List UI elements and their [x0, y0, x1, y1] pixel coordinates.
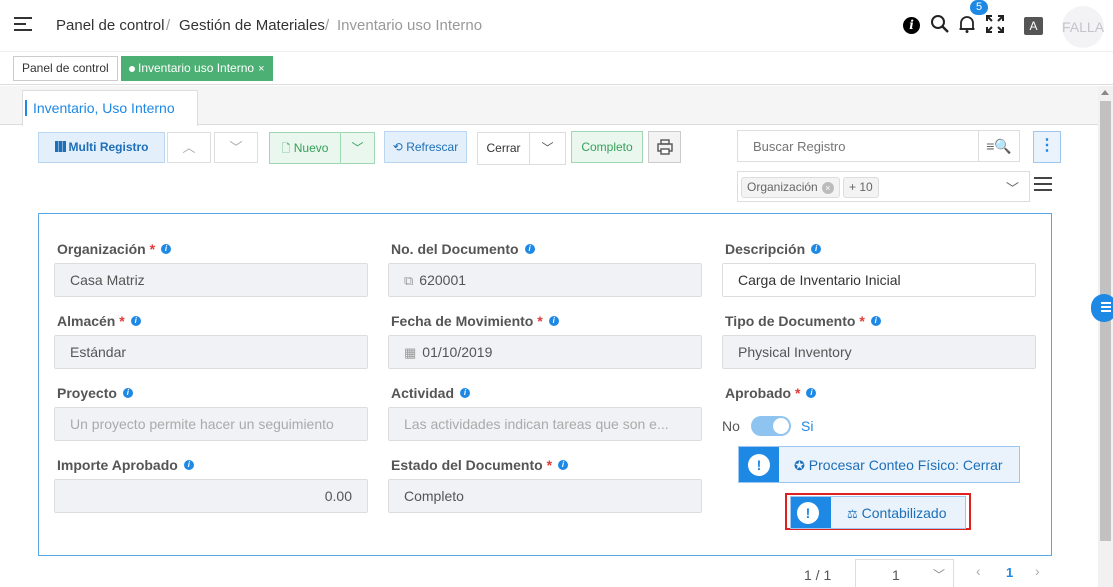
next-record-button[interactable]: ﹀	[214, 132, 258, 163]
chevron-down-icon: ﹀	[932, 568, 945, 582]
descripcion-field[interactable]: Carga de Inventario Inicial	[722, 263, 1036, 297]
menu-icon[interactable]	[14, 17, 32, 33]
aprobado-no-label: No	[722, 418, 740, 434]
actividad-field[interactable]: Las actividades indican tareas que son e…	[388, 407, 702, 441]
side-panel-toggle-icon[interactable]	[1091, 294, 1113, 322]
almacen-label: Almacén * i	[57, 313, 141, 329]
almacen-field[interactable]: Estándar	[54, 335, 368, 369]
info-icon[interactable]: i	[903, 17, 920, 34]
process-icon: ✪	[794, 458, 805, 473]
bell-icon[interactable]	[956, 14, 978, 36]
fecha-movimiento-label: Fecha de Movimiento * i	[391, 313, 559, 329]
filter-chip-organizacion[interactable]: Organización ×	[741, 177, 840, 198]
document-icon: 🗋	[281, 143, 291, 155]
search-icon[interactable]	[929, 14, 951, 36]
alert-icon: !	[748, 454, 770, 476]
breadcrumb-gestion[interactable]: Gestión de Materiales	[179, 17, 325, 34]
calendar-icon: ▦	[404, 345, 417, 360]
no-documento-field[interactable]: ⧉ 620001	[388, 263, 702, 297]
breadcrumb-separator: /	[166, 17, 171, 34]
active-dot-icon	[129, 65, 135, 72]
tab-label: Inventario uso Interno	[138, 61, 255, 75]
notification-badge: 5	[970, 0, 988, 15]
nuevo-dropdown-button[interactable]: ﹀	[340, 132, 375, 164]
doc-action-select[interactable]: Cerrar	[477, 132, 530, 165]
filter-chip-more[interactable]: + 10	[843, 177, 879, 198]
estado-documento-label: Estado del Documento * i	[391, 457, 569, 473]
breadcrumb-separator: /	[325, 17, 330, 34]
info-icon: i	[870, 316, 881, 326]
organizacion-label: Organización * i	[57, 241, 172, 257]
previous-page-icon[interactable]: ‹	[976, 563, 981, 579]
tab-inventario-uso-interno[interactable]: Inventario uso Interno ×	[121, 56, 273, 81]
alert-icon: !	[797, 502, 819, 524]
procesar-conteo-button[interactable]: ! ✪ Procesar Conteo Físico: Cerrar	[738, 446, 1020, 483]
aprobado-si-label: Si	[801, 418, 814, 434]
info-icon: i	[130, 316, 141, 326]
balance-scale-icon: ⚖	[847, 507, 858, 521]
page-select[interactable]: 1 ﹀	[855, 559, 954, 587]
filter-select[interactable]: Organización × + 10 ﹀	[737, 171, 1030, 202]
previous-record-button[interactable]: ︿	[167, 132, 211, 163]
aprobado-label: Aprobado * i	[725, 385, 817, 401]
no-documento-label: No. del Documento i	[391, 241, 535, 257]
info-icon: i	[161, 244, 172, 254]
info-icon: i	[558, 460, 569, 470]
chip-close-icon: ×	[821, 182, 834, 194]
avatar[interactable]: FALLA	[1062, 6, 1104, 48]
fullscreen-icon[interactable]	[984, 14, 1006, 36]
info-icon: i	[811, 244, 822, 254]
contabilizado-button[interactable]: ! ⚖ Contabilizado	[790, 496, 966, 529]
close-icon[interactable]: ×	[258, 63, 264, 75]
importe-aprobado-field[interactable]: 0.00	[54, 479, 368, 513]
list-icon[interactable]	[1034, 177, 1052, 195]
filter-search-icon: ≡🔍	[986, 138, 1012, 154]
more-options-button[interactable]: ⋮	[1033, 131, 1061, 163]
grid-icon	[54, 141, 66, 152]
info-icon: i	[524, 244, 535, 254]
record-count: 1 / 1	[804, 567, 832, 583]
print-button[interactable]	[648, 131, 681, 163]
completo-button[interactable]: Completo	[571, 131, 643, 163]
info-icon: i	[460, 388, 471, 398]
print-icon	[656, 139, 673, 155]
info-icon: i	[548, 316, 559, 326]
info-icon: i	[806, 388, 817, 398]
breadcrumb-current: Inventario uso Interno	[337, 17, 483, 34]
descripcion-label: Descripción i	[725, 241, 822, 257]
doc-action-dropdown[interactable]: ﹀	[529, 132, 566, 165]
tipo-documento-label: Tipo de Documento * i	[725, 313, 881, 329]
nuevo-button[interactable]: 🗋 Nuevo	[269, 132, 341, 164]
chevron-down-icon: ﹀	[351, 141, 364, 155]
translate-icon[interactable]: A	[1024, 17, 1043, 35]
scrollbar[interactable]	[1098, 86, 1113, 587]
aprobado-toggle[interactable]	[751, 416, 791, 436]
fecha-movimiento-field[interactable]: ▦ 01/10/2019	[388, 335, 702, 369]
refrescar-button[interactable]: ⟲ Refrescar	[384, 131, 467, 163]
tipo-documento-field[interactable]: Physical Inventory	[722, 335, 1036, 369]
advanced-search-button[interactable]: ≡🔍	[978, 130, 1020, 162]
estado-documento-field[interactable]: Completo	[388, 479, 702, 513]
importe-aprobado-label: Importe Aprobado i	[57, 457, 194, 473]
refresh-icon: ⟲	[392, 140, 403, 154]
copy-icon: ⧉	[404, 273, 414, 288]
chevron-down-icon: ﹀	[1005, 181, 1019, 196]
info-icon: i	[122, 388, 133, 398]
multi-registro-button[interactable]: Multi Registro	[38, 132, 165, 163]
search-input[interactable]	[737, 130, 979, 162]
info-icon: i	[183, 460, 194, 470]
next-page-icon[interactable]: ›	[1035, 563, 1040, 579]
tab-panel-de-control[interactable]: Panel de control	[13, 56, 118, 81]
chevron-down-icon: ﹀	[541, 141, 554, 155]
actividad-label: Actividad i	[391, 385, 471, 401]
current-page[interactable]: 1	[1006, 565, 1013, 580]
window-tab-inventario[interactable]: Inventario, Uso Interno	[22, 90, 198, 126]
window-tab-label: Inventario, Uso Interno	[33, 100, 175, 116]
organizacion-field[interactable]: Casa Matriz	[54, 263, 368, 297]
breadcrumb-panel[interactable]: Panel de control	[56, 17, 164, 34]
proyecto-field[interactable]: Un proyecto permite hacer un seguimiento	[54, 407, 368, 441]
proyecto-label: Proyecto i	[57, 385, 133, 401]
